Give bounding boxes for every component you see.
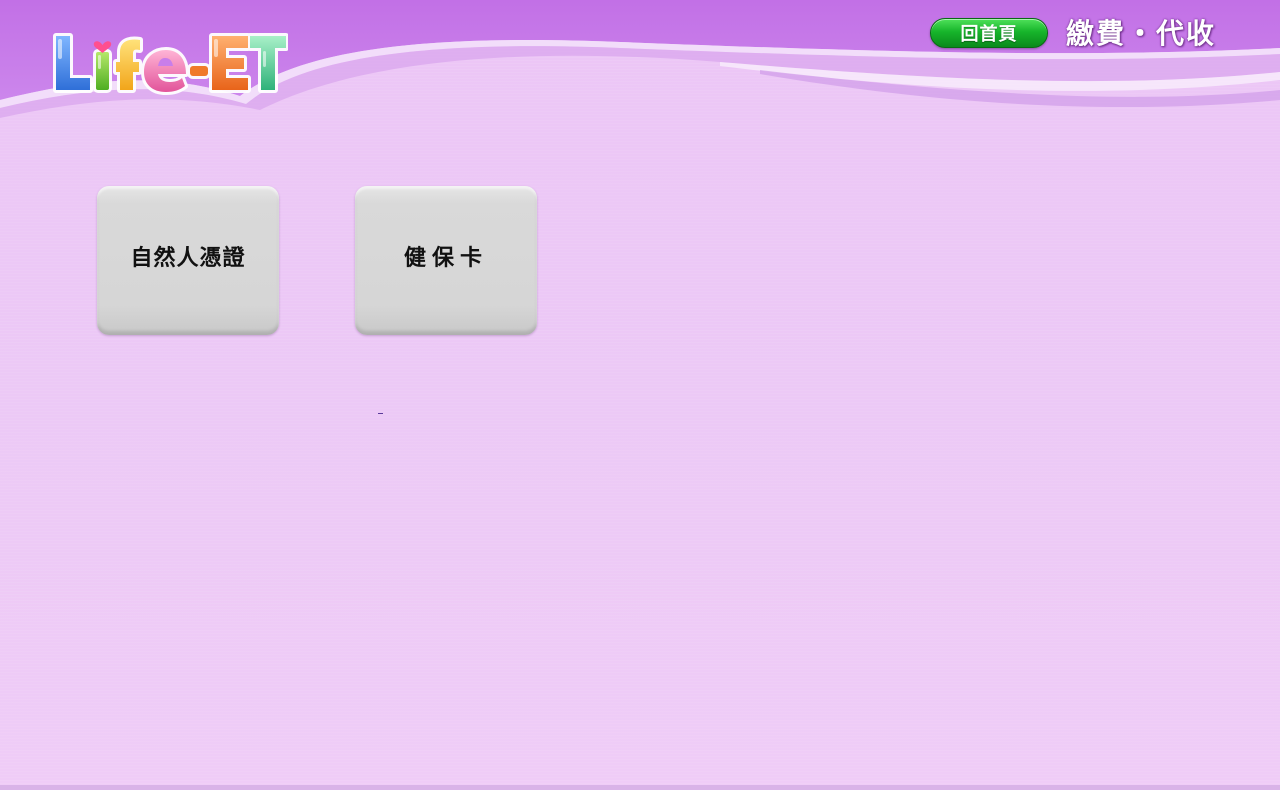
citizen-certificate-label: 自然人憑證 (130, 245, 246, 271)
bottom-border (0, 785, 1280, 790)
life-et-logo (53, 33, 288, 95)
health-insurance-card-label: 健保卡 (403, 245, 488, 271)
home-button-label: 回首頁 (960, 24, 1018, 45)
stray-mark (378, 413, 383, 414)
health-insurance-card-button[interactable]: 健保卡 (355, 186, 537, 335)
home-button[interactable]: 回首頁 (930, 18, 1048, 48)
page-title: 繳費・代收 (1066, 17, 1217, 50)
citizen-certificate-button[interactable]: 自然人憑證 (97, 186, 279, 335)
kiosk-screen: 回首頁 繳費・代收 自然人憑證 健保卡 (0, 0, 1280, 790)
